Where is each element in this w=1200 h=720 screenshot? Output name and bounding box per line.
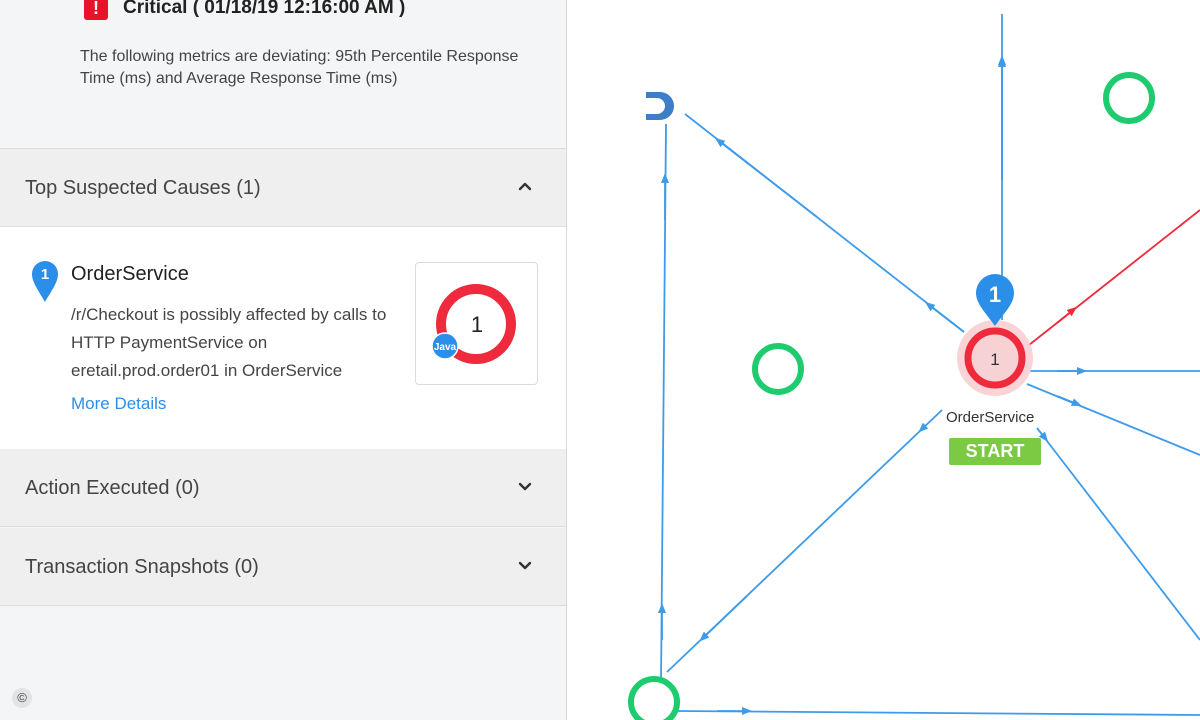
flow-edge: [1036, 427, 1200, 641]
cause-description: /r/Checkout is possibly affected by call…: [71, 305, 387, 380]
start-node-label: OrderService: [946, 409, 1035, 426]
health-donut: 1 Java: [431, 284, 516, 364]
flow-map[interactable]: 1 1 OrderService START: [567, 0, 1200, 720]
event-description: The following metrics are deviating: 95t…: [80, 48, 519, 87]
rank-number: 1: [41, 266, 49, 283]
event-details-panel: ! Critical ( 01/18/19 12:16:00 AM ) The …: [0, 0, 567, 720]
flow-map-canvas[interactable]: 1 1: [567, 0, 1200, 720]
section-action-executed[interactable]: Action Executed (0): [0, 449, 566, 527]
start-badge: START: [949, 438, 1041, 465]
rank-pin-icon: 1: [32, 261, 58, 302]
section-top-suspected-causes[interactable]: Top Suspected Causes (1): [0, 149, 566, 227]
copyright-icon: ©: [12, 688, 32, 708]
event-title: Critical ( 01/18/19 12:16:00 AM ): [123, 0, 406, 18]
exclamation-icon: !: [84, 0, 108, 20]
donut-count: 1: [471, 312, 483, 337]
map-pin-number: 1: [989, 282, 1001, 307]
tier-node-healthy: [752, 343, 804, 395]
cause-tier-name: OrderService: [71, 263, 189, 285]
more-details-link[interactable]: More Details: [71, 394, 166, 414]
agent-badge-label: Java: [434, 342, 457, 353]
chevron-up-icon[interactable]: [518, 179, 532, 193]
chevron-down-icon[interactable]: [518, 558, 532, 572]
section-title: Transaction Snapshots (0): [25, 556, 259, 578]
tier-node-healthy: [1103, 72, 1155, 124]
flow-edge-critical: [1028, 209, 1200, 346]
flow-edge: [676, 710, 1200, 716]
start-node-count: 1: [990, 350, 999, 369]
tier-health-card[interactable]: 1 Java: [415, 262, 538, 385]
flow-edge: [1026, 383, 1200, 456]
chevron-down-icon[interactable]: [518, 479, 532, 493]
tier-node-healthy: [628, 676, 680, 720]
partial-node-icon: [646, 92, 674, 120]
section-transaction-snapshots[interactable]: Transaction Snapshots (0): [0, 528, 566, 606]
section-title: Action Executed (0): [25, 477, 200, 499]
event-summary: ! Critical ( 01/18/19 12:16:00 AM ) The …: [0, 0, 566, 149]
section-title: Top Suspected Causes (1): [25, 177, 261, 199]
